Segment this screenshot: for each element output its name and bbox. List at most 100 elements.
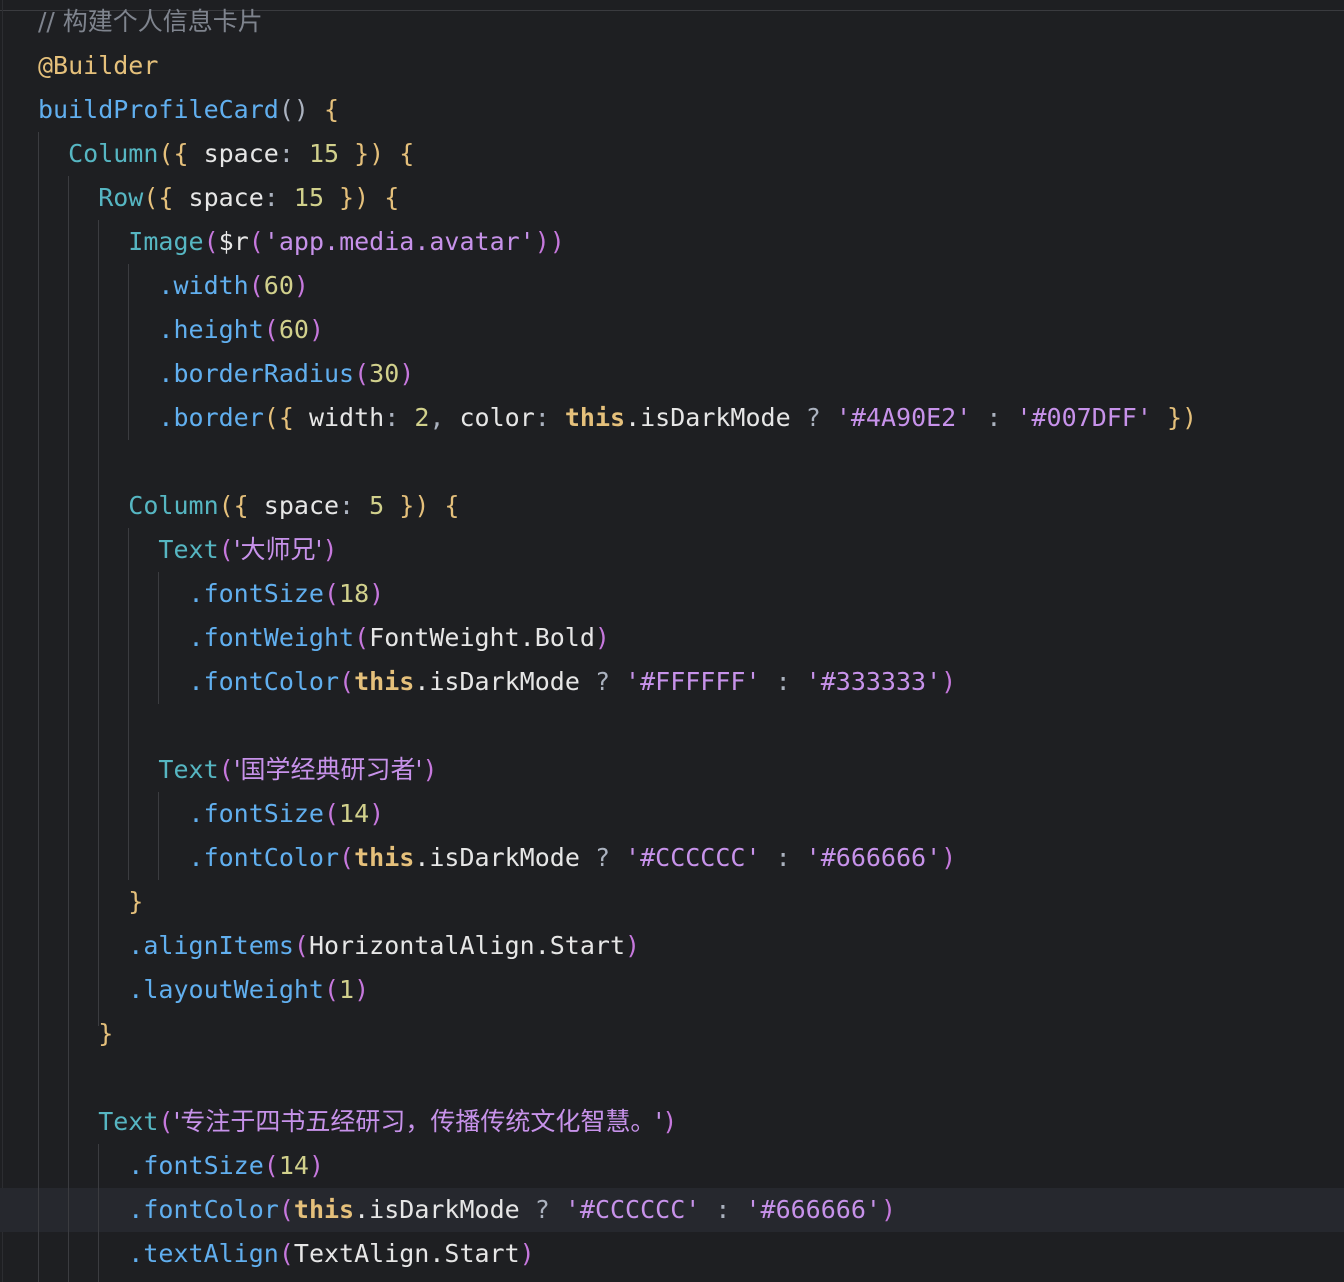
code-line: } <box>38 880 143 924</box>
code-token-paren: ) <box>293 271 309 300</box>
code-line: .textAlign(TextAlign.Start) <box>38 1232 534 1276</box>
code-token-punct: ? <box>790 403 836 432</box>
code-token-brace: }) <box>1151 403 1198 432</box>
code-token-kw: this <box>354 667 415 696</box>
code-token-str: '国学经典研习者' <box>233 755 423 784</box>
code-token-paren: ( <box>158 1107 174 1136</box>
code-token-paren: ) <box>422 755 438 784</box>
code-token-num: 14 <box>278 1151 309 1180</box>
code-line: Row({ space: 15 }) { <box>38 176 399 220</box>
code-token-fn: Column <box>38 491 219 520</box>
code-line: .fontSize(14) <box>38 1144 324 1188</box>
code-token-paren: ( <box>218 535 234 564</box>
code-token-str: '#FFFFFF' <box>625 667 761 696</box>
code-token-paren: ) <box>354 975 370 1004</box>
code-token-method: .width <box>38 271 249 300</box>
code-token-method: .fontSize <box>38 799 324 828</box>
code-line: .fontSize(14) <box>38 792 385 836</box>
code-token-brace: ({ <box>158 139 189 168</box>
code-token-paren: ) <box>594 623 610 652</box>
code-token-paren: ) <box>369 799 385 828</box>
code-token-punct: : <box>534 403 565 432</box>
code-token-plain: .isDarkMode <box>625 403 791 432</box>
code-token-fn: Row <box>38 183 144 212</box>
code-token-plain: space <box>188 139 279 168</box>
code-token-plain: FontWeight.Bold <box>369 623 595 652</box>
code-token-comment: // 构建个人信息卡片 <box>38 7 263 36</box>
code-token-brace: { <box>384 139 415 168</box>
code-token-punct: : <box>700 1195 746 1224</box>
code-line: @Builder <box>38 44 158 88</box>
code-token-brace: }) <box>324 183 370 212</box>
code-token-str: '#CCCCCC' <box>625 843 761 872</box>
code-token-paren: ( <box>339 843 355 872</box>
code-token-method: .height <box>38 315 264 344</box>
code-token-punct: : <box>760 843 806 872</box>
code-token-punct: : <box>339 491 370 520</box>
code-line: .width(60) <box>38 264 309 308</box>
code-token-plain: TextAlign.Start <box>293 1239 520 1268</box>
code-token-punct: : <box>971 403 1017 432</box>
code-token-punct: : <box>263 183 294 212</box>
code-token-paren: ) <box>308 1151 325 1180</box>
code-token-punct: ? <box>519 1195 565 1224</box>
code-token-brace: ({ <box>263 403 294 432</box>
code-token-method: .textAlign <box>38 1239 279 1268</box>
code-token-str: '#4A90E2' <box>835 403 972 432</box>
code-token-paren: ( <box>293 931 309 960</box>
code-token-plain: .isDarkMode <box>354 1195 520 1224</box>
code-token-method: .fontSize <box>38 579 324 608</box>
code-token-punct: ? <box>579 843 626 872</box>
code-editor[interactable]: // 构建个人信息卡片 @Builder buildProfileCard() { … <box>0 0 1344 1282</box>
code-line: .fontColor(this.isDarkMode ? '#FFFFFF' :… <box>38 660 957 704</box>
code-line: } <box>38 1012 113 1056</box>
code-token-punct: () <box>278 95 309 124</box>
code-line: Text('国学经典研习者') <box>38 748 438 792</box>
code-line: Column({ space: 15 }) { <box>38 132 414 176</box>
code-token-punct: : <box>278 139 309 168</box>
code-token-num: 30 <box>369 359 400 388</box>
code-token-method: buildProfileCard <box>38 95 279 124</box>
code-token-paren: ( <box>323 975 340 1004</box>
code-token-brace: } <box>38 1019 114 1048</box>
code-token-paren: ( <box>248 227 264 256</box>
code-token-plain: space <box>173 183 264 212</box>
code-token-str: 'app.media.avatar' <box>263 227 535 256</box>
code-token-num: 1 <box>339 975 355 1004</box>
code-token-num: 14 <box>339 799 370 828</box>
code-token-paren: ( <box>263 1151 279 1180</box>
code-token-fn: Image <box>38 227 204 256</box>
code-token-punct: , <box>429 403 460 432</box>
code-token-paren: ( <box>339 667 355 696</box>
code-line: .fontSize(18) <box>38 572 385 616</box>
code-token-paren: ( <box>354 623 370 652</box>
code-token-fn: Text <box>38 1107 159 1136</box>
code-token-paren: ) <box>662 1107 678 1136</box>
code-token-paren: ) <box>308 315 325 344</box>
code-line: .border({ width: 2, color: this.isDarkMo… <box>38 396 1197 440</box>
code-token-paren: ( <box>263 315 279 344</box>
code-token-plain: space <box>248 491 340 520</box>
code-token-punct: : <box>760 667 806 696</box>
code-line: .height(60) <box>38 308 324 352</box>
code-token-brace: { <box>429 491 460 520</box>
code-token-method: .borderRadius <box>38 359 355 388</box>
code-token-kw: this <box>354 843 415 872</box>
code-token-plain: $r <box>218 227 249 256</box>
code-token-punct: : <box>384 403 415 432</box>
code-line: Text('大师兄') <box>38 528 337 572</box>
code-token-brace: { <box>308 95 340 124</box>
code-token-method: .layoutWeight <box>38 975 324 1004</box>
code-line: // 构建个人信息卡片 <box>38 0 263 44</box>
gutter-divider <box>2 0 3 1282</box>
code-token-method: .alignItems <box>38 931 294 960</box>
code-token-paren: ( <box>354 359 370 388</box>
code-token-num: 2 <box>414 403 430 432</box>
code-token-plain: color <box>459 403 535 432</box>
code-token-num: 18 <box>339 579 370 608</box>
code-token-paren: ) <box>399 359 415 388</box>
code-line: .borderRadius(30) <box>38 352 414 396</box>
code-line: .layoutWeight(1) <box>38 968 369 1012</box>
code-token-method: .border <box>38 403 264 432</box>
code-line: .fontColor(this.isDarkMode ? '#CCCCCC' :… <box>38 1188 896 1232</box>
